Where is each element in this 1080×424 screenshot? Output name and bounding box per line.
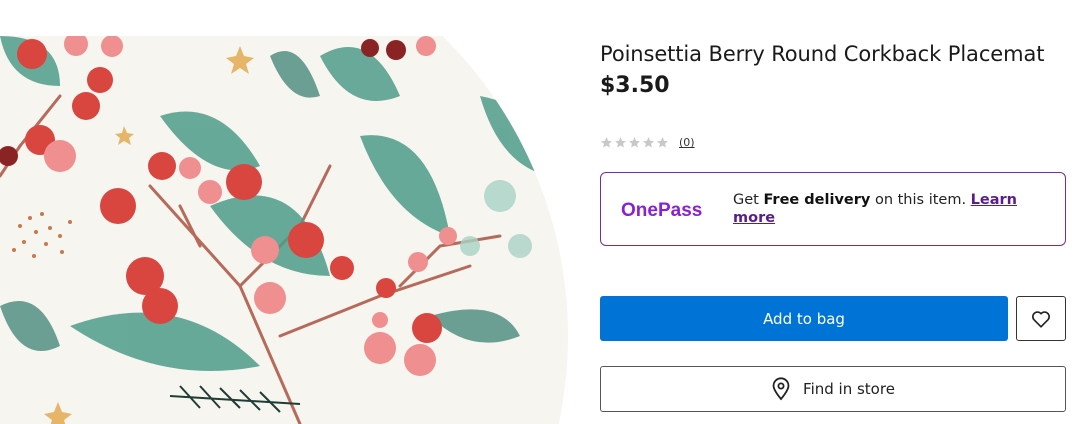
star-icon [615,137,626,148]
find-in-store-label: Find in store [803,380,895,398]
onepass-logo: OnePass [621,200,702,221]
find-in-store-button[interactable]: Find in store [600,366,1066,412]
add-to-bag-button[interactable]: Add to bag [600,296,1008,341]
star-icon [601,137,612,148]
star-icon [629,137,640,148]
location-pin-icon [772,377,790,401]
product-price: $3.50 [600,73,670,98]
heart-outline-icon [1032,310,1050,328]
svg-text:OnePass: OnePass [621,200,702,221]
product-details: Poinsettia Berry Round Corkback Placemat… [600,0,1066,424]
onepass-banner: OnePass Get Free delivery on this item. … [600,172,1066,246]
review-count-link[interactable]: (0) [679,136,695,149]
onepass-free-delivery: Free delivery [763,192,871,208]
onepass-text-prefix: Get [733,192,764,208]
star-icon [643,137,654,148]
product-title: Poinsettia Berry Round Corkback Placemat [600,42,1045,66]
wishlist-button[interactable] [1016,296,1066,341]
onepass-message: Get Free delivery on this item. Learn mo… [733,191,1038,227]
product-image[interactable] [0,36,568,424]
product-rating[interactable]: (0) [600,136,695,149]
onepass-text-suffix: on this item. [870,192,971,208]
star-icon [657,137,668,148]
rating-stars [600,136,669,149]
